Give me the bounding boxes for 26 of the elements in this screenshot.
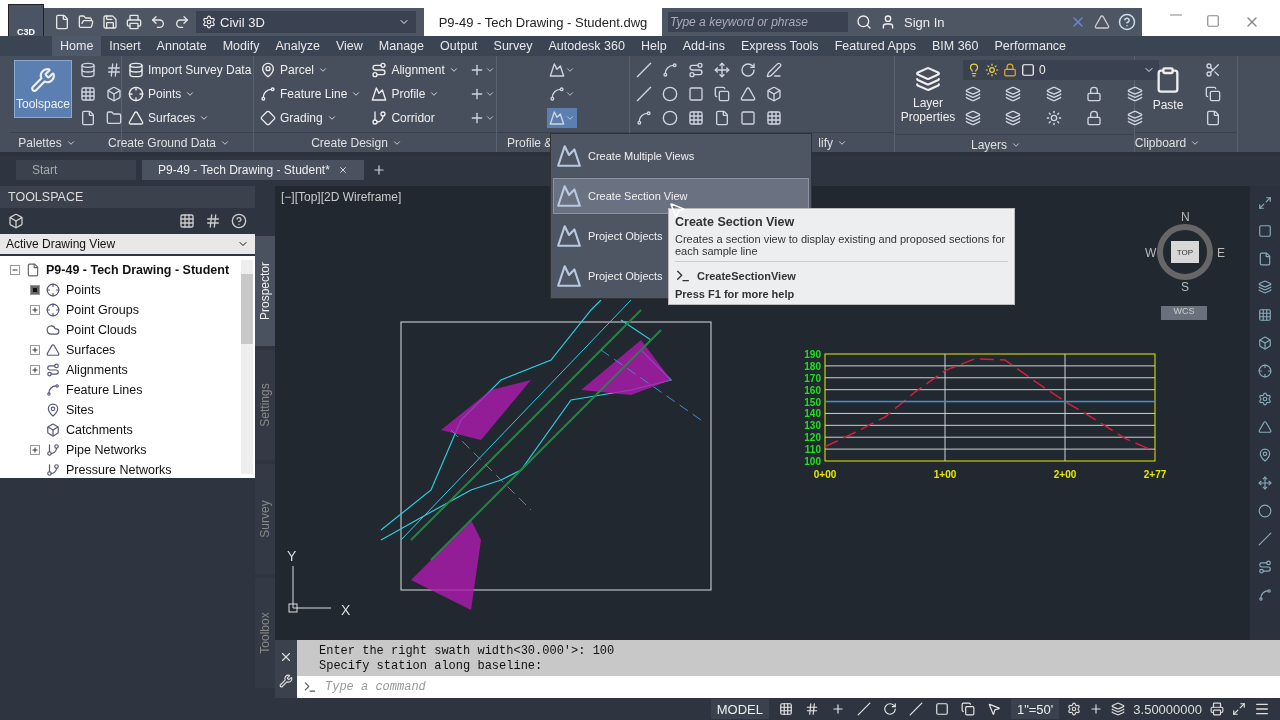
command-history-line: Specify station along baseline: [319,659,544,674]
y-tick-label: 170 [804,372,821,384]
x-axis-label: X [341,602,351,618]
command-history-line: Enter the right swath width<30.000'>: 100 [319,644,616,659]
x-tick-label: 2+00 [1053,469,1077,480]
tooltip-title: Create Section View [675,215,796,229]
layer-name: 0 [1039,63,1047,77]
y-axis-label: Y [287,548,297,564]
x-tick-label: 1+00 [933,469,957,480]
x-tick-label: 0+00 [813,469,837,480]
y-tick-label: 140 [804,408,821,420]
toolspace-title: TOOLSPACE [0,186,255,208]
y-tick-label: 110 [804,444,821,456]
x-tick-label: 2+77 [1143,469,1167,480]
tooltip-description: Creates a section view to display existing and proposed sections for each sample line [675,233,1007,257]
y-tick-label: 100 [804,456,821,467]
y-tick-label: 180 [804,360,821,372]
y-tick-label: 120 [804,432,821,444]
y-tick-label: 150 [804,396,821,408]
window-title: P9-49 - Tech Drawing - Student.dwg [437,14,649,30]
tooltip-command: CreateSectionView [697,270,796,282]
y-tick-label: 160 [804,384,821,396]
y-tick-label: 190 [804,349,821,360]
tooltip-help: Press F1 for more help [675,288,796,300]
y-tick-label: 130 [804,420,821,432]
status-value: 3.50000000 [1133,701,1202,717]
